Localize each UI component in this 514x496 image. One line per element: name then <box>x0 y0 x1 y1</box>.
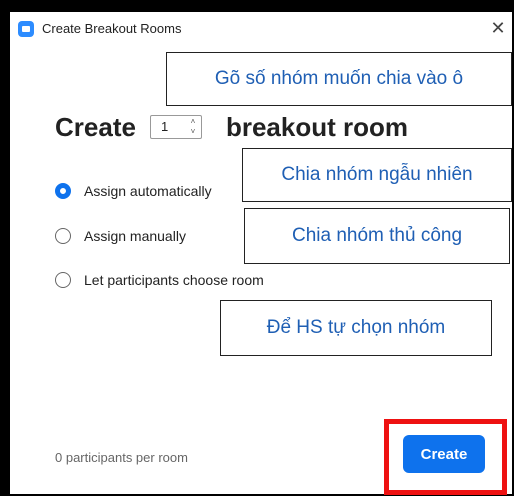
annotation-count-hint: Gõ số nhóm muốn chia vào ô <box>166 52 512 106</box>
title-bar: Create Breakout Rooms ✕ <box>10 12 512 44</box>
option-label: Assign manually <box>84 228 186 244</box>
stepper-up-icon[interactable]: ˄ <box>188 117 198 127</box>
radio-participants-choose[interactable] <box>55 272 71 288</box>
breakout-room-label: breakout room <box>225 111 408 142</box>
option-label: Let participants choose room <box>84 272 264 288</box>
option-label: Assign automatically <box>84 183 212 199</box>
breakout-rooms-dialog: Create Breakout Rooms ✕ Create 1 ˄ ˅ bre… <box>10 12 512 495</box>
radio-assign-manually[interactable] <box>55 228 71 244</box>
participants-per-room-text: 0 participants per room <box>55 450 188 465</box>
room-count-stepper[interactable]: 1 ˄ ˅ <box>149 115 202 139</box>
annotation-choose-hint: Để HS tự chọn nhóm <box>220 300 492 356</box>
zoom-app-icon <box>18 21 34 37</box>
option-assign-manually[interactable]: Assign manually <box>55 228 186 244</box>
close-icon[interactable]: ✕ <box>486 16 510 40</box>
create-button[interactable]: Create <box>403 435 485 473</box>
radio-assign-automatically[interactable] <box>55 183 71 199</box>
option-assign-automatically[interactable]: Assign automatically <box>55 183 212 199</box>
room-count-value[interactable]: 1 <box>161 119 168 134</box>
create-label: Create <box>55 111 136 142</box>
option-participants-choose[interactable]: Let participants choose room <box>55 272 264 288</box>
annotation-manual-hint: Chia nhóm thủ công <box>244 208 510 264</box>
create-rooms-row: Create 1 ˄ ˅ breakout room <box>55 107 408 147</box>
stepper-down-icon[interactable]: ˅ <box>188 127 198 137</box>
annotation-auto-hint: Chia nhóm ngẫu nhiên <box>242 148 512 202</box>
window-title: Create Breakout Rooms <box>42 21 182 36</box>
